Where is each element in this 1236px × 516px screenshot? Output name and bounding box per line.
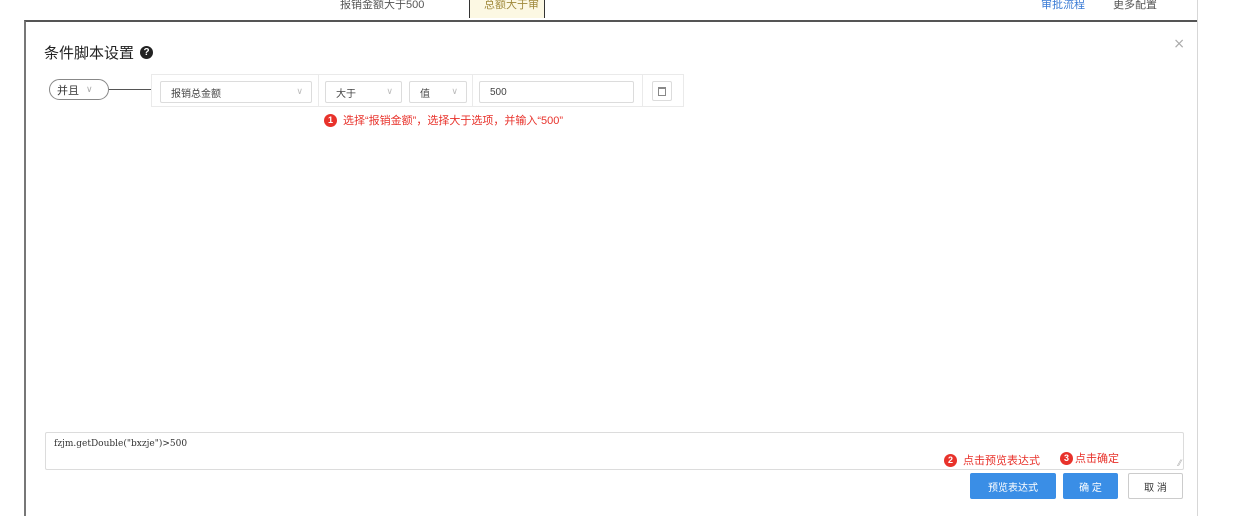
background-text: 更多配置 bbox=[1113, 0, 1157, 11]
annotation-text: 点击确定 bbox=[1075, 453, 1119, 465]
value-type-select-value: 值 bbox=[420, 88, 430, 100]
logic-operator-select[interactable]: 并且 ∨ bbox=[49, 79, 109, 100]
comparator-select-value: 大于 bbox=[336, 88, 356, 100]
cancel-button[interactable]: 取 消 bbox=[1128, 473, 1183, 499]
close-icon[interactable]: × bbox=[1173, 36, 1185, 52]
annotation-step-2: 2 点击预览表达式 bbox=[944, 452, 1040, 468]
chevron-down-icon: ∨ bbox=[386, 86, 393, 96]
condition-row: 报销总金额 ∨ 大于 ∨ 值 ∨ 500 bbox=[151, 74, 684, 107]
delete-condition-button[interactable] bbox=[652, 81, 672, 101]
trash-icon bbox=[658, 86, 666, 96]
dialog-title-text: 条件脚本设置 bbox=[44, 45, 135, 62]
value-type-select[interactable]: 值 ∨ bbox=[409, 81, 467, 103]
chevron-down-icon: ∨ bbox=[296, 86, 303, 96]
value-input[interactable]: 500 bbox=[479, 81, 634, 103]
background-page-strip: 报销金额大于500 总额大于审 审批流程 更多配置 bbox=[0, 0, 1236, 18]
condition-script-dialog: 条件脚本设置 ? × 并且 ∨ 报销总金额 ∨ 大于 ∨ 值 ∨ 500 1 选 bbox=[24, 20, 1197, 516]
value-input-text: 500 bbox=[490, 86, 507, 98]
resize-handle-icon[interactable]: ⁄⁄ bbox=[1178, 459, 1181, 468]
comparator-select[interactable]: 大于 ∨ bbox=[325, 81, 402, 103]
preview-expression-button[interactable]: 预览表达式 bbox=[970, 473, 1056, 499]
background-text: 总额大于审 bbox=[484, 0, 539, 11]
expression-text: fzjm.getDouble("bxzje")>500 bbox=[54, 439, 188, 449]
column-divider bbox=[642, 75, 643, 106]
background-divider bbox=[1197, 0, 1198, 516]
column-divider bbox=[318, 75, 319, 106]
annotation-step-3: 3 点击确定 bbox=[1060, 450, 1119, 466]
field-select-value: 报销总金额 bbox=[171, 88, 221, 100]
dialog-title: 条件脚本设置 ? bbox=[44, 42, 154, 63]
confirm-button[interactable]: 确 定 bbox=[1063, 473, 1118, 499]
background-link: 审批流程 bbox=[1041, 0, 1085, 11]
field-select[interactable]: 报销总金额 ∨ bbox=[160, 81, 312, 103]
annotation-step-1: 1 选择“报销金额”，选择大于选项，并输入“500” bbox=[324, 112, 563, 128]
chevron-down-icon: ∨ bbox=[451, 86, 458, 96]
step-badge: 2 bbox=[944, 453, 957, 467]
logic-operator-value: 并且 bbox=[57, 84, 79, 97]
chevron-down-icon: ∨ bbox=[86, 84, 93, 94]
column-divider bbox=[472, 75, 473, 106]
help-icon[interactable]: ? bbox=[140, 46, 154, 59]
background-text: 报销金额大于500 bbox=[340, 0, 425, 11]
annotation-text: 点击预览表达式 bbox=[963, 455, 1040, 467]
annotation-text: 选择“报销金额”，选择大于选项，并输入“500” bbox=[343, 115, 564, 127]
tree-connector-line bbox=[109, 89, 151, 90]
step-badge: 1 bbox=[324, 113, 337, 127]
step-badge: 3 bbox=[1060, 451, 1073, 465]
